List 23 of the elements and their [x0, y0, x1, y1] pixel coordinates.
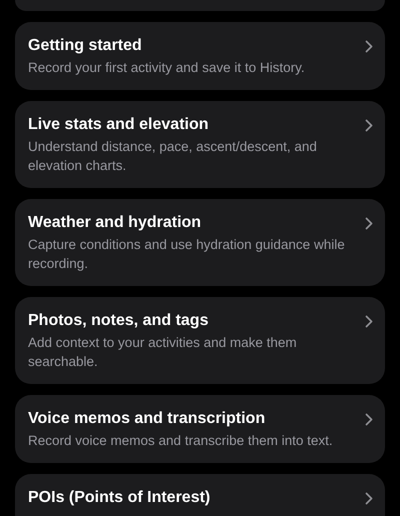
card-description: Add context to your activities and make them searchable.: [28, 334, 298, 371]
help-card[interactable]: POIs (Points of Interest): [15, 474, 385, 516]
card-description: Record voice memos and transcribe them into text.: [28, 432, 334, 450]
chevron-right-icon: [365, 492, 373, 505]
chevron-right-icon: [365, 413, 373, 426]
help-card[interactable]: Weather and hydration Capture conditions and use hydration guidance while recording.: [15, 199, 385, 286]
card-description: Understand distance, pace, ascent/descent, and elevation charts.: [28, 138, 318, 175]
help-card[interactable]: Voice memos and transcription Record voice memos and transcribe them into text.: [15, 395, 385, 463]
card-title: Getting started: [28, 36, 143, 55]
help-card[interactable]: Live stats and elevation Understand distance, pace, ascent/descent, and elevation charts.: [15, 101, 385, 188]
chevron-right-icon: [365, 217, 373, 230]
card-title: POIs (Points of Interest): [28, 488, 212, 507]
chevron-right-icon: [365, 315, 373, 328]
help-card[interactable]: Photos, notes, and tags Add context to your activities and make them searchable.: [15, 297, 385, 384]
card-title: Voice memos and transcription: [28, 409, 266, 428]
chevron-right-icon: [365, 40, 373, 53]
card-description: Record your first activity and save it to History.: [28, 59, 306, 77]
chevron-right-icon: [365, 119, 373, 132]
card-title: Photos, notes, and tags: [28, 311, 210, 330]
card-description: Capture conditions and use hydration guidance while recording.: [28, 236, 346, 273]
card-title: Weather and hydration: [28, 213, 202, 232]
card-title: Live stats and elevation: [28, 115, 210, 134]
help-card[interactable]: Getting started Record your first activity and save it to History.: [15, 22, 385, 90]
